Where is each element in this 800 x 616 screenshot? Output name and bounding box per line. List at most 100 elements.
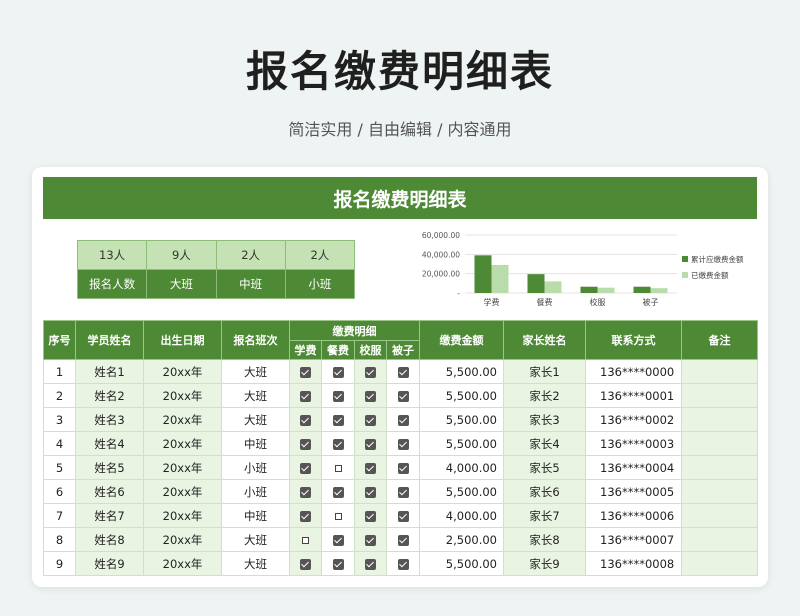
cell-class[interactable]: 中班 <box>221 503 290 528</box>
cell-class[interactable]: 大班 <box>221 527 290 552</box>
cell-name[interactable]: 姓名1 <box>75 359 144 384</box>
checkbox-checked[interactable] <box>332 366 344 378</box>
cell-index[interactable]: 4 <box>43 431 76 456</box>
cell-class[interactable]: 大班 <box>221 359 290 384</box>
cell-index[interactable]: 7 <box>43 503 76 528</box>
summary-count-middle[interactable]: 2人 <box>215 240 286 270</box>
cell-birth[interactable]: 20xx年 <box>143 479 222 504</box>
summary-count-big[interactable]: 9人 <box>146 240 217 270</box>
cell-name[interactable]: 姓名2 <box>75 383 144 408</box>
cell-fee-tuition[interactable] <box>289 455 322 480</box>
cell-index[interactable]: 6 <box>43 479 76 504</box>
cell-index[interactable]: 8 <box>43 527 76 552</box>
checkbox-checked[interactable] <box>397 414 409 426</box>
cell-class[interactable]: 大班 <box>221 407 290 432</box>
cell-contact[interactable]: 136****0001 <box>585 383 682 408</box>
cell-name[interactable]: 姓名5 <box>75 455 144 480</box>
cell-amount[interactable]: 5,500.00 <box>419 407 504 432</box>
cell-birth[interactable]: 20xx年 <box>143 359 222 384</box>
cell-index[interactable]: 1 <box>43 359 76 384</box>
cell-parent[interactable]: 家长9 <box>503 551 586 576</box>
cell-amount[interactable]: 5,500.00 <box>419 383 504 408</box>
cell-fee-quilt[interactable] <box>386 479 420 504</box>
checkbox-checked[interactable] <box>300 390 311 402</box>
cell-fee-meal[interactable] <box>321 479 355 504</box>
checkbox-checked[interactable] <box>332 390 344 402</box>
cell-amount[interactable]: 5,500.00 <box>419 359 504 384</box>
checkbox-checked[interactable] <box>365 366 376 378</box>
checkbox-checked[interactable] <box>300 414 311 426</box>
checkbox-checked[interactable] <box>300 438 311 450</box>
cell-note[interactable] <box>681 455 758 480</box>
cell-amount[interactable]: 5,500.00 <box>419 551 504 576</box>
cell-parent[interactable]: 家长6 <box>503 479 586 504</box>
checkbox-checked[interactable] <box>365 534 376 546</box>
cell-fee-uniform[interactable] <box>354 431 387 456</box>
cell-fee-meal[interactable] <box>321 383 355 408</box>
cell-fee-tuition[interactable] <box>289 479 322 504</box>
cell-contact[interactable]: 136****0002 <box>585 407 682 432</box>
cell-fee-quilt[interactable] <box>386 551 420 576</box>
checkbox-checked[interactable] <box>397 390 409 402</box>
cell-note[interactable] <box>681 503 758 528</box>
cell-contact[interactable]: 136****0007 <box>585 527 682 552</box>
checkbox-checked[interactable] <box>397 558 409 570</box>
checkbox-checked[interactable] <box>332 438 344 450</box>
checkbox-checked[interactable] <box>397 486 409 498</box>
checkbox-checked[interactable] <box>332 558 344 570</box>
cell-index[interactable]: 5 <box>43 455 76 480</box>
checkbox-checked[interactable] <box>397 366 409 378</box>
cell-fee-tuition[interactable] <box>289 431 322 456</box>
cell-fee-uniform[interactable] <box>354 503 387 528</box>
cell-fee-tuition[interactable] <box>289 407 322 432</box>
cell-fee-quilt[interactable] <box>386 455 420 480</box>
cell-parent[interactable]: 家长8 <box>503 527 586 552</box>
cell-note[interactable] <box>681 383 758 408</box>
cell-contact[interactable]: 136****0000 <box>585 359 682 384</box>
cell-fee-meal[interactable] <box>321 455 355 480</box>
checkbox-checked[interactable] <box>300 366 311 378</box>
cell-contact[interactable]: 136****0008 <box>585 551 682 576</box>
cell-amount[interactable]: 5,500.00 <box>419 479 504 504</box>
cell-parent[interactable]: 家长4 <box>503 431 586 456</box>
cell-note[interactable] <box>681 527 758 552</box>
cell-name[interactable]: 姓名8 <box>75 527 144 552</box>
cell-parent[interactable]: 家长7 <box>503 503 586 528</box>
cell-parent[interactable]: 家长2 <box>503 383 586 408</box>
checkbox-checked[interactable] <box>332 486 344 498</box>
cell-fee-uniform[interactable] <box>354 479 387 504</box>
summary-count-small[interactable]: 2人 <box>284 240 356 270</box>
checkbox-checked[interactable] <box>365 510 376 522</box>
cell-fee-tuition[interactable] <box>289 359 322 384</box>
cell-birth[interactable]: 20xx年 <box>143 551 222 576</box>
cell-fee-tuition[interactable] <box>289 383 322 408</box>
cell-birth[interactable]: 20xx年 <box>143 407 222 432</box>
cell-note[interactable] <box>681 407 758 432</box>
cell-fee-tuition[interactable] <box>289 527 322 552</box>
checkbox-checked[interactable] <box>365 390 376 402</box>
cell-name[interactable]: 姓名4 <box>75 431 144 456</box>
cell-birth[interactable]: 20xx年 <box>143 383 222 408</box>
cell-parent[interactable]: 家长3 <box>503 407 586 432</box>
checkbox-checked[interactable] <box>300 462 311 474</box>
cell-contact[interactable]: 136****0005 <box>585 479 682 504</box>
checkbox-checked[interactable] <box>365 414 376 426</box>
cell-amount[interactable]: 2,500.00 <box>419 527 504 552</box>
cell-name[interactable]: 姓名9 <box>75 551 144 576</box>
cell-class[interactable]: 小班 <box>221 479 290 504</box>
cell-birth[interactable]: 20xx年 <box>143 527 222 552</box>
cell-fee-uniform[interactable] <box>354 359 387 384</box>
cell-note[interactable] <box>681 431 758 456</box>
checkbox-checked[interactable] <box>365 438 376 450</box>
checkbox-checked[interactable] <box>332 534 344 546</box>
cell-fee-uniform[interactable] <box>354 383 387 408</box>
cell-fee-meal[interactable] <box>321 407 355 432</box>
checkbox-checked[interactable] <box>365 462 376 474</box>
cell-fee-uniform[interactable] <box>354 455 387 480</box>
cell-fee-quilt[interactable] <box>386 383 420 408</box>
cell-class[interactable]: 中班 <box>221 431 290 456</box>
cell-name[interactable]: 姓名3 <box>75 407 144 432</box>
cell-fee-quilt[interactable] <box>386 503 420 528</box>
checkbox-checked[interactable] <box>397 534 409 546</box>
checkbox-checked[interactable] <box>365 558 376 570</box>
